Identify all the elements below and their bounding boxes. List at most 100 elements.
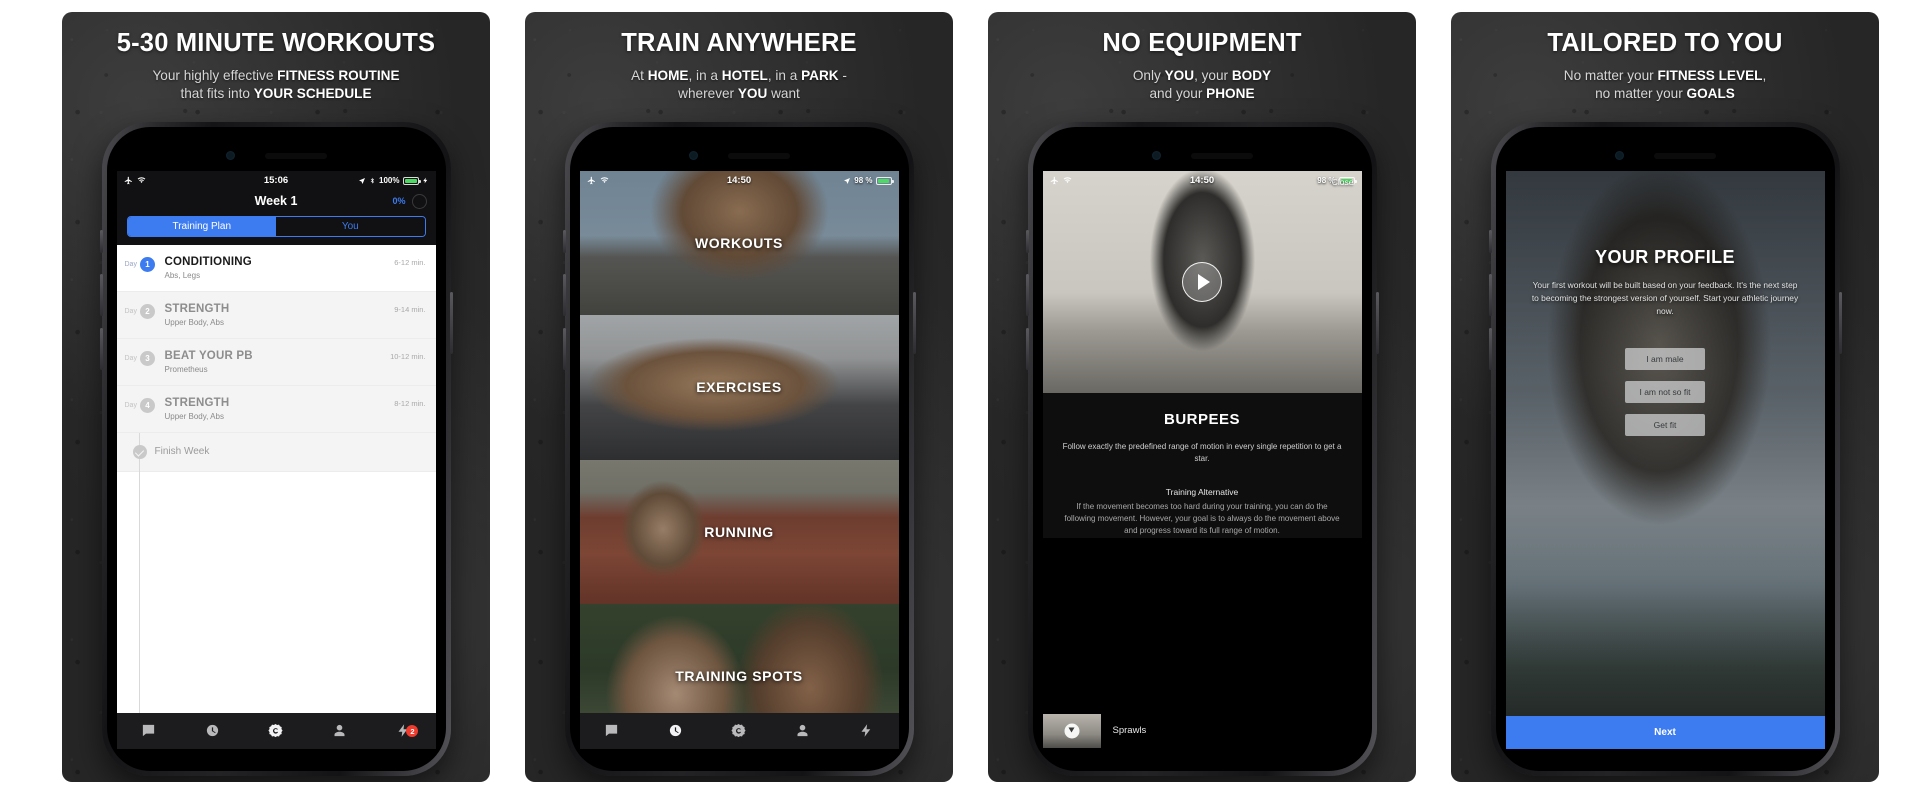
tab-chat[interactable] [117,723,181,738]
tab-home-logo[interactable] [244,723,308,738]
close-button[interactable]: Close [1332,177,1354,187]
day-indicator: Day 1 [125,256,165,272]
day-number: 1 [139,256,155,272]
front-camera-icon [688,151,698,161]
day-label: Day [124,307,137,315]
power-button [912,291,916,354]
profile-description: Your first workout will be built based o… [1531,279,1799,316]
tab-chat[interactable] [580,723,644,738]
phone-top-hardware [117,141,436,171]
front-camera-icon [1614,151,1624,161]
status-right: 100% [288,176,428,185]
play-button-icon[interactable] [1182,261,1222,302]
logo-icon [268,724,284,738]
phone-bezel: 14:50 98 % WORKOUTS EXERCISES RUNNING TR… [569,126,909,771]
wifi-icon [600,177,608,184]
subtitle-emph-3: PARK [801,68,839,83]
card-subtitle: At HOME, in a HOTEL, in a PARK - whereve… [525,67,953,104]
status-right: 98 % [751,176,894,185]
chat-icon [605,725,618,737]
tab-profile[interactable] [771,723,835,738]
workout-muscles: Prometheus [164,364,208,374]
tab-timer[interactable] [180,723,244,738]
category-exercises[interactable]: EXERCISES [579,315,899,460]
phone-mockup-2: 14:50 98 % WORKOUTS EXERCISES RUNNING TR… [525,121,953,776]
table-row[interactable]: Day 4 STRENGTH Upper Body, Abs 8-12 min. [116,385,436,433]
category-label: WORKOUTS [694,234,783,251]
day-number: 4 [139,397,155,413]
earpiece-speaker [1190,152,1253,159]
airplane-mode-icon [124,176,132,185]
subtitle-line2-end: want [767,86,800,102]
airplane-mode-icon [587,176,595,185]
subtitle-text-2: that fits into [180,86,254,102]
category-list: WORKOUTS EXERCISES RUNNING TRAINING SPOT… [579,170,899,749]
training-alternative-heading: Training Alternative [1165,486,1239,497]
power-button [1375,291,1379,354]
table-row[interactable]: Day 2 STRENGTH Upper Body, Abs 9-14 min. [116,291,436,339]
alternative-exercise-row[interactable]: Sprawls [1042,712,1362,749]
segment-training-plan[interactable]: Training Plan [127,216,276,236]
tab-activity[interactable] [835,723,899,738]
volume-up-button [562,273,566,316]
card-title: NO EQUIPMENT [1102,29,1302,57]
phone-top-hardware [1506,141,1825,171]
power-button [1838,291,1842,354]
tab-timer[interactable] [643,723,707,738]
day-number: 3 [139,350,155,366]
subtitle-emph: YOU [1164,68,1195,83]
status-badge: 2 [406,725,419,738]
option-gender[interactable]: I am male [1625,347,1705,370]
day-indicator: Day 3 [125,350,165,366]
segmented-control[interactable]: Training Plan You [126,215,426,237]
phone-frame: 14:50 98 % WORKOUTS EXERCISES RUNNING TR… [562,121,916,776]
silent-switch [562,229,566,253]
wifi-icon [137,177,145,184]
workout-duration: 6-12 min. [394,257,426,267]
subtitle-text: No matter your [1563,68,1658,83]
tab-home-logo[interactable] [707,723,771,738]
category-workouts[interactable]: WORKOUTS [579,170,899,316]
silent-switch [1025,229,1029,253]
table-row[interactable]: Day 1 CONDITIONING Abs, Legs 6-12 min. [116,244,436,292]
tab-activity[interactable]: 2 [372,723,436,738]
option-goal[interactable]: Get fit [1625,413,1705,436]
tab-profile[interactable] [308,723,372,738]
row-body: STRENGTH Upper Body, Abs [165,397,395,421]
phone-bezel: YOUR PROFILE Your first workout will be … [1495,126,1835,771]
alternative-thumbnail[interactable] [1042,713,1101,748]
category-running[interactable]: RUNNING [579,459,899,605]
phone-screen-exercise-detail: 14:50 98 % Close BURPEES Follow exactly … [1042,170,1362,749]
day-label: Day [124,401,137,409]
volume-down-button [1488,327,1492,370]
volume-down-button [1025,327,1029,370]
location-arrow-icon [359,177,366,184]
silent-switch [99,229,103,253]
next-button[interactable]: Next [1505,715,1825,749]
subtitle-part-3: , in a [767,68,802,83]
subtitle-emph: FITNESS ROUTINE [277,68,400,83]
status-left [587,176,727,185]
workout-duration: 9-14 min. [394,304,426,314]
subtitle-emph-2: GOALS [1686,86,1735,102]
row-body: STRENGTH Upper Body, Abs [165,303,395,327]
subtitle-part-2: , in a [688,68,722,83]
finish-week-row[interactable]: Finish Week [116,432,436,472]
option-fitness-level[interactable]: I am not so fit [1625,380,1705,403]
status-left [124,176,264,185]
subtitle-emph-2: BODY [1231,68,1272,83]
segment-you[interactable]: You [276,216,425,236]
day-indicator: Day 4 [125,397,165,413]
table-row[interactable]: Day 3 BEAT YOUR PB Prometheus 10-12 min. [116,338,436,386]
phone-frame: 15:06 100% Week 1 0% Training Plan You D… [99,121,453,776]
card-subtitle: No matter your FITNESS LEVEL, no matter … [1451,67,1879,104]
day-indicator: Day 2 [125,303,165,319]
lightning-icon [861,724,871,737]
exercise-title: BURPEES [1163,410,1241,428]
category-label: RUNNING [704,523,774,540]
exercise-video-player[interactable]: 14:50 98 % Close [1042,170,1362,393]
volume-up-button [99,273,103,316]
phone-mockup-1: 15:06 100% Week 1 0% Training Plan You D… [62,121,490,776]
subtitle-emph-2: HOTEL [721,68,768,83]
phone-screen-training-plan: 15:06 100% Week 1 0% Training Plan You D… [116,170,436,749]
